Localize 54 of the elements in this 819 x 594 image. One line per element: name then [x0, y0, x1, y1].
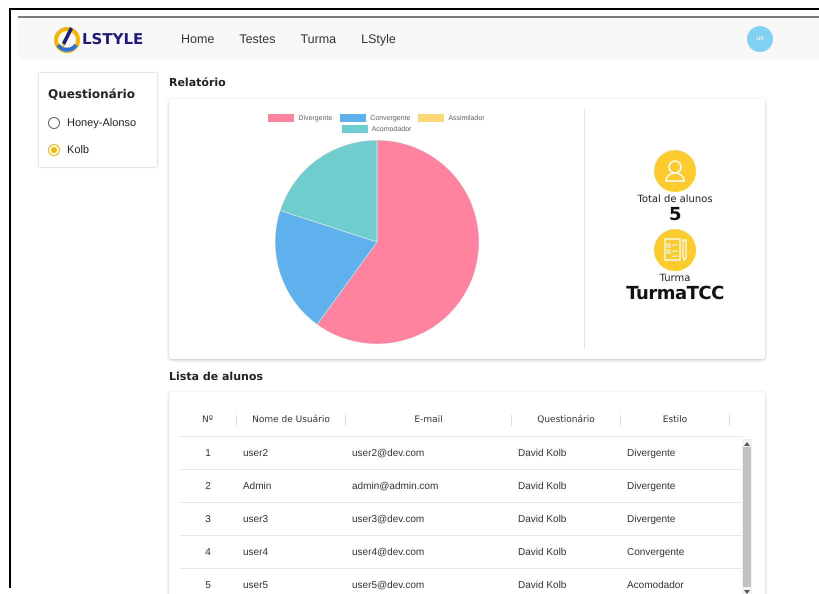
table-cell-text: 4 [204, 546, 212, 558]
table-cell-text: Convergente [626, 546, 686, 558]
nav-link[interactable]: LStyle [361, 32, 396, 46]
radio-button[interactable] [48, 116, 60, 128]
checklist-icon [654, 229, 696, 271]
table-cell-text: David Kolb [517, 448, 568, 458]
column-header[interactable]: Nome de Usuário [237, 414, 346, 426]
radio-label[interactable]: Honey-Alonso [67, 116, 136, 128]
legend-swatch [268, 114, 294, 122]
table-cell-text: user3 [242, 514, 270, 524]
table-cell-text: user5@dev.com [351, 580, 426, 590]
table-cell-text: user3@dev.com [351, 514, 426, 524]
table-cell-text: user2@dev.com [351, 448, 426, 458]
column-header[interactable]: Nº [179, 414, 237, 426]
table-cell-text: David Kolb [517, 580, 568, 590]
table-cell-text: David Kolb [517, 480, 568, 492]
table-cell-text: user5 [242, 580, 270, 590]
scrollbar[interactable] [742, 439, 752, 594]
stat-label: Total de alunos [637, 194, 713, 205]
table-cell-text: user2 [242, 448, 270, 458]
pencil-logo-icon [54, 24, 80, 52]
table-cell-text: 3 [204, 514, 212, 524]
nav-link[interactable]: Testes [239, 32, 276, 46]
column-header[interactable]: Estilo [621, 414, 730, 426]
table-cell-text: 1 [204, 448, 212, 458]
table-cell-text: 2 [204, 480, 212, 492]
legend-swatch [342, 125, 368, 133]
table-cell-text: user4 [242, 546, 270, 558]
brand-name: LSTYLE [82, 30, 144, 48]
table-cell-text: Admin [242, 480, 272, 492]
table-cell-text: 5 [204, 580, 212, 590]
section-title: Relatório [169, 76, 227, 89]
column-header[interactable]: Questionário [512, 414, 621, 426]
table-cell-text: Divergente [626, 514, 676, 524]
table-cell-text: David Kolb [517, 546, 568, 558]
table-cell-text: admin@admin.com [351, 480, 440, 492]
user-icon [654, 150, 696, 192]
table-cell-text: user4@dev.com [351, 546, 426, 558]
stat-label: Turma [660, 273, 690, 284]
stat-value: 5 [668, 205, 682, 225]
legend-swatch [418, 114, 444, 122]
stat-value: TurmaTCC [626, 284, 724, 304]
table-cell-text: Divergente [626, 480, 676, 492]
table-cell-text: David Kolb [517, 514, 568, 524]
column-header[interactable]: E-mail [346, 414, 512, 426]
section-title: Lista de alunos [169, 370, 264, 383]
table-cell-text: Divergente [626, 448, 676, 458]
legend-swatch [340, 114, 366, 122]
radio-button[interactable] [48, 144, 60, 156]
table-cell-text: Acomodador [626, 580, 685, 590]
radio-label[interactable]: Kolb [67, 144, 90, 156]
nav-link[interactable]: Turma [300, 32, 336, 46]
sidebar-title: Questionário [48, 87, 136, 101]
nav-link[interactable]: Home [181, 32, 214, 46]
